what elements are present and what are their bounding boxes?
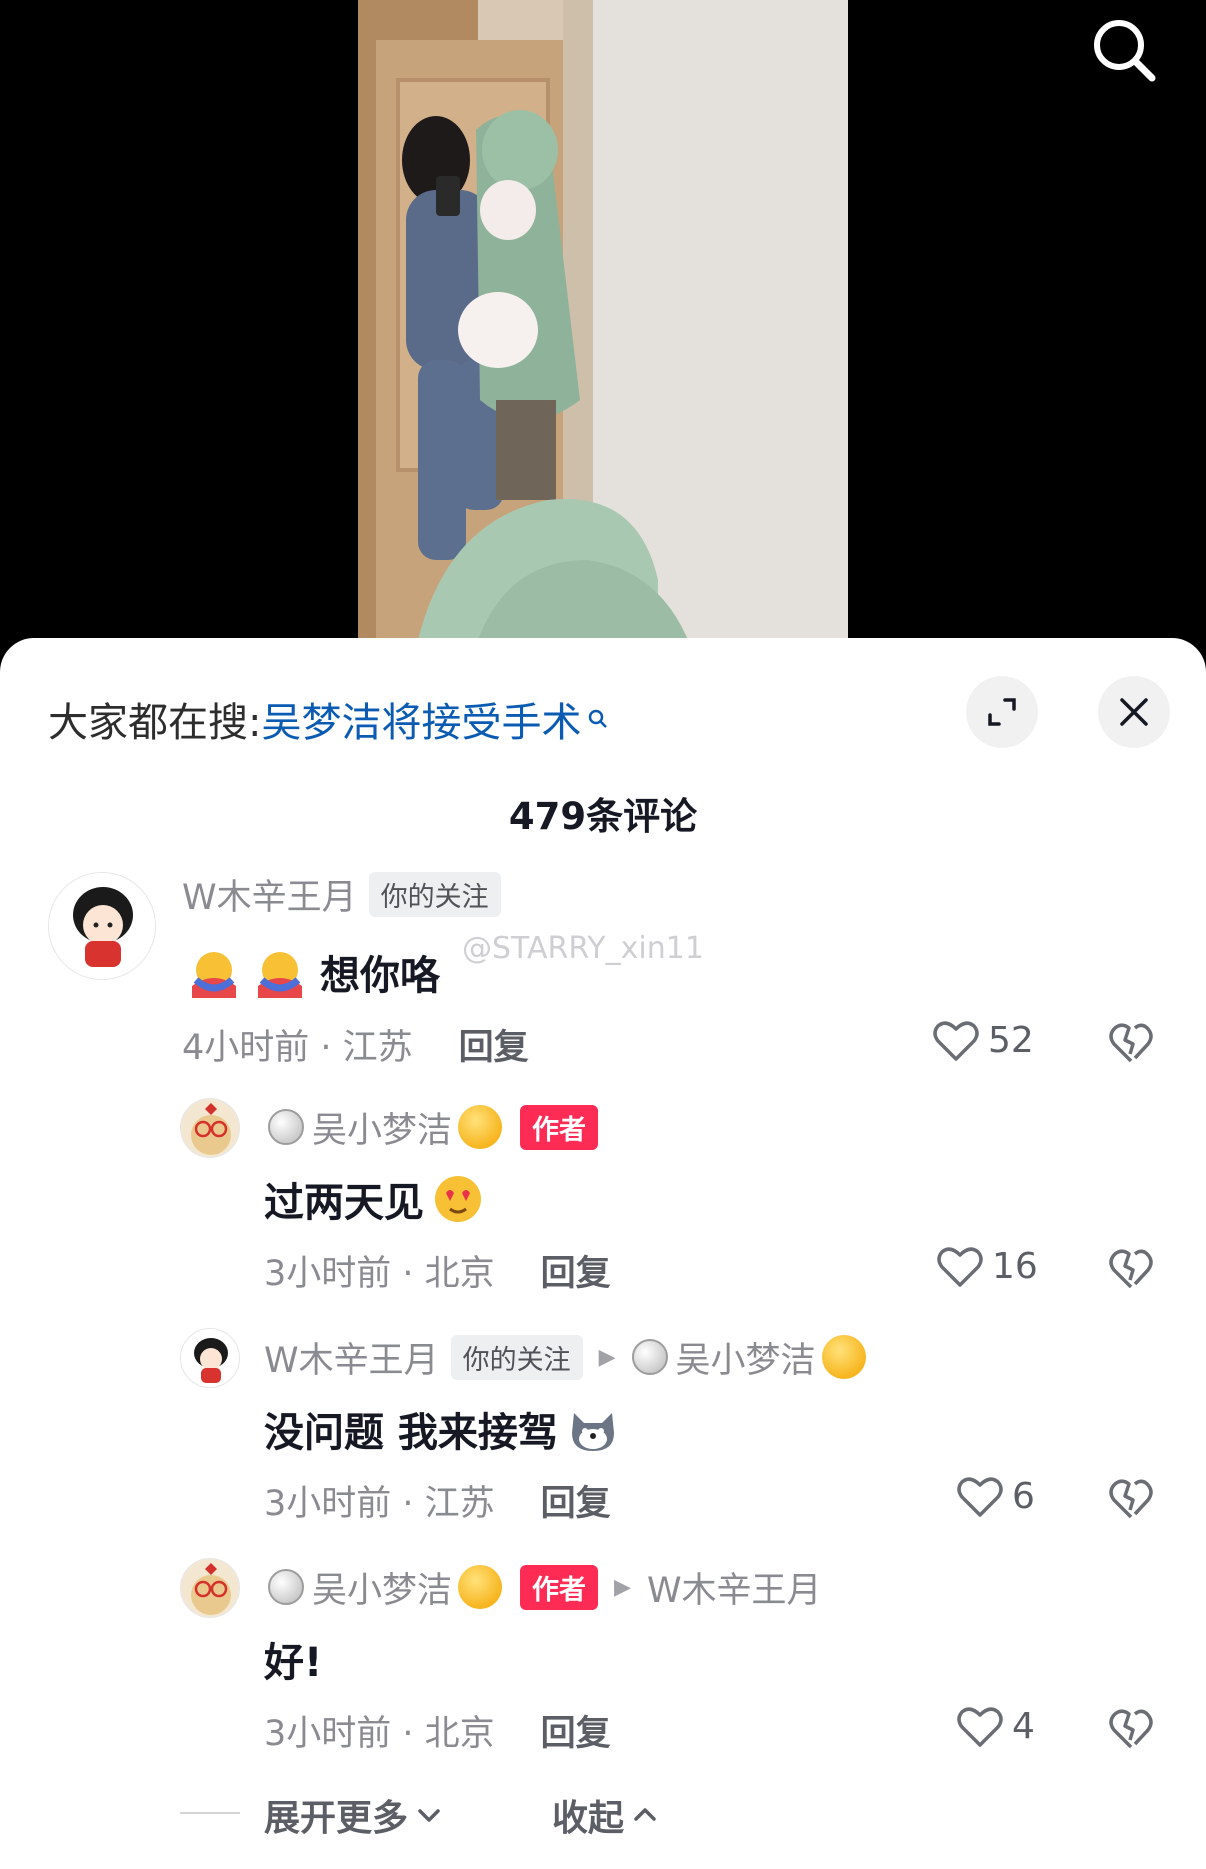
avatar[interactable]	[180, 1328, 240, 1388]
chevron-down-icon	[418, 1809, 440, 1822]
avatar-image	[181, 1329, 239, 1387]
hug-emoji-icon	[192, 952, 236, 998]
comment-text: 想你咯	[320, 953, 440, 999]
like-button[interactable]: 52	[932, 1018, 1034, 1062]
close-button[interactable]	[1098, 676, 1170, 748]
close-icon	[1120, 698, 1148, 726]
search-button[interactable]	[1086, 12, 1162, 88]
username[interactable]: W木辛王月	[182, 869, 357, 920]
expand-more-label: 展开更多	[264, 1798, 409, 1839]
collapse-button[interactable]: 收起	[552, 1790, 660, 1840]
watermark-text: @STARRY_xin11	[462, 930, 704, 966]
hug-emoji-icon	[258, 952, 302, 998]
video-still-image	[358, 0, 848, 640]
search-icon	[1094, 20, 1156, 82]
expand-more-button[interactable]: 展开更多	[264, 1790, 444, 1840]
collapse-label: 收起	[552, 1798, 625, 1839]
chevron-up-icon	[634, 1808, 656, 1821]
dislike-button[interactable]	[1108, 1020, 1154, 1068]
watermark: @STARRY_xin11	[462, 928, 704, 968]
avatar[interactable]	[180, 1098, 240, 1158]
avatar[interactable]	[180, 1558, 240, 1618]
hot-search-prefix: 大家都在搜:	[48, 700, 262, 746]
small-search-icon	[587, 694, 609, 740]
like-count: 52	[988, 1019, 1034, 1061]
avatar-image	[181, 1559, 239, 1617]
comment-meta: 4小时前 · 江苏 回复	[182, 1020, 529, 1068]
heart-icon	[933, 1021, 979, 1061]
hot-search-bar[interactable]: 大家都在搜:吴梦洁将接受手术	[48, 690, 609, 748]
broken-heart-icon	[1109, 1023, 1153, 1063]
expand-button[interactable]	[966, 676, 1038, 748]
expand-icon	[988, 698, 1016, 726]
time-location: 4小时前 · 江苏	[182, 1027, 413, 1068]
video-frame[interactable]	[358, 0, 848, 640]
comment-body: 想你咯	[186, 940, 440, 1004]
comment-sheet: 大家都在搜:吴梦洁将接受手术 479条评论 W木辛王月 你的关注 @STARRY…	[0, 638, 1206, 1869]
video-player[interactable]	[0, 0, 1206, 660]
avatar[interactable]	[48, 872, 156, 980]
comment-count: 479条评论	[508, 795, 698, 838]
hot-search-term[interactable]: 吴梦洁将接受手术	[261, 700, 581, 746]
comment-header: W木辛王月 你的关注	[182, 870, 501, 918]
avatar-image	[49, 873, 155, 979]
following-tag: 你的关注	[368, 871, 501, 917]
avatar-image	[181, 1099, 239, 1157]
reply-button[interactable]: 回复	[459, 1019, 529, 1070]
